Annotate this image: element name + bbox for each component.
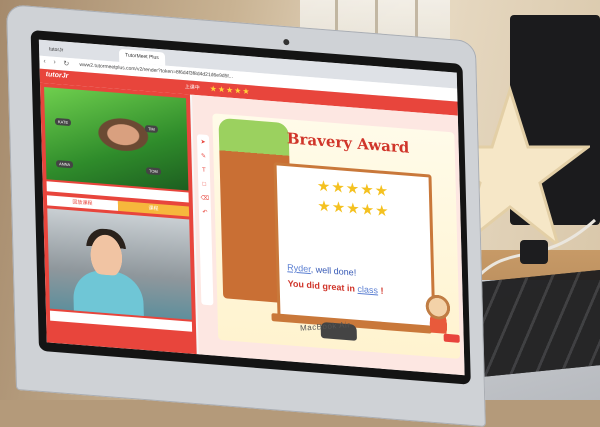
text-icon[interactable]: T	[200, 166, 208, 175]
award-line-2: You did great in class !	[288, 278, 384, 296]
back-icon[interactable]: ‹	[43, 58, 46, 65]
award-certificate: ★★★★★ ★★★★★ Ryder, well done! You did gr…	[273, 162, 436, 331]
webcam-icon	[283, 38, 290, 46]
laptop-screen: tutorJr TutorMeet Plus ‹ › ↻ www2.tutorm…	[38, 39, 465, 376]
class-status: 上课中	[184, 84, 200, 92]
forward-icon[interactable]: ›	[53, 59, 56, 66]
eraser-icon[interactable]: ⌫	[201, 194, 210, 203]
participant-label: KATE	[54, 117, 72, 127]
award-end: !	[380, 285, 384, 296]
award-praise: , well done!	[310, 264, 357, 278]
cow-mascot	[422, 291, 454, 335]
award-line-1: Ryder, well done!	[287, 262, 356, 277]
award-text: You did great in	[287, 278, 356, 294]
undo-icon[interactable]: ↶	[201, 208, 209, 217]
student-name: Ryder	[287, 262, 311, 275]
teacher-video[interactable]: KATE TIM ANNA TOM	[44, 87, 189, 191]
shape-icon[interactable]: □	[200, 180, 208, 189]
participant-label: TOM	[145, 167, 161, 176]
pen-icon[interactable]: ✎	[199, 152, 207, 161]
pointer-icon[interactable]: ➤	[199, 138, 207, 147]
award-word: class	[357, 283, 379, 296]
participant-label: ANNA	[55, 159, 74, 169]
participant-label: TIM	[144, 124, 158, 134]
end-button[interactable]	[443, 333, 460, 343]
app-logo: tutorJr	[45, 71, 69, 80]
header-stars: ★★★★★	[209, 84, 251, 97]
reload-icon[interactable]: ↻	[63, 60, 69, 68]
laptop-lid: tutorJr TutorMeet Plus ‹ › ↻ www2.tutorm…	[6, 4, 486, 427]
